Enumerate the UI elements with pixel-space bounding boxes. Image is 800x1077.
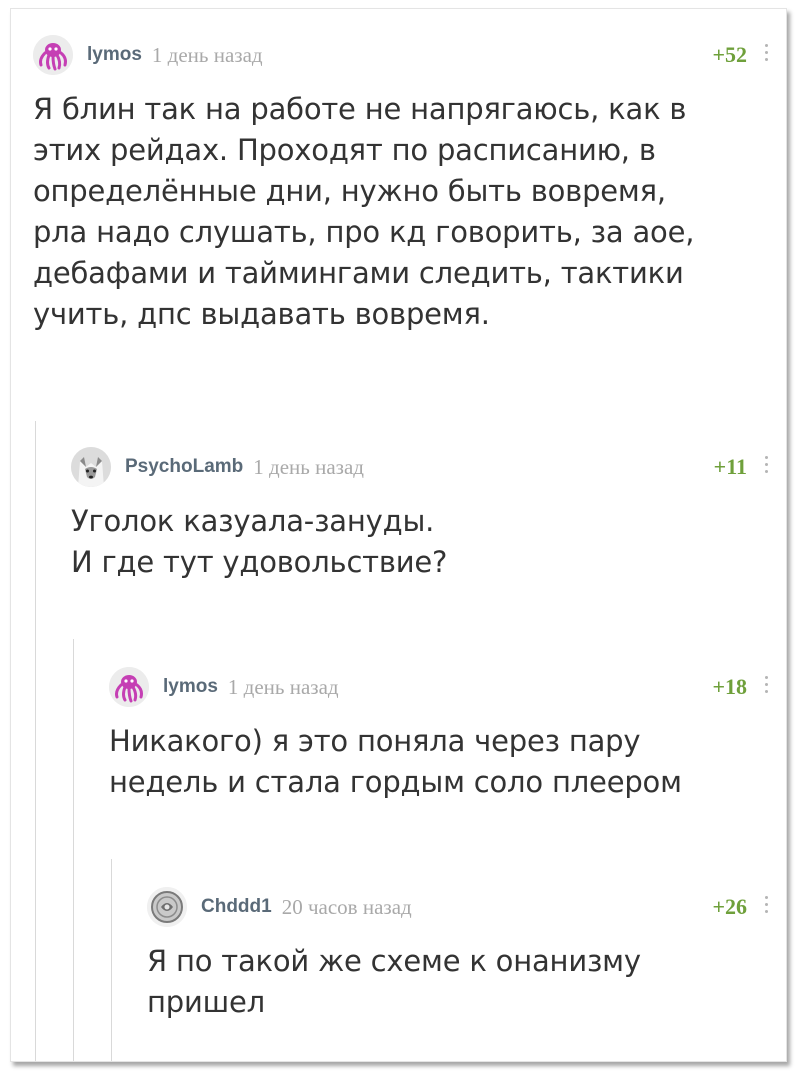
thread-line-level-1 bbox=[35, 421, 36, 1061]
comment-header: PsychoLamb 1 день назад +11 bbox=[71, 445, 773, 489]
comment-header: lymos 1 день назад +52 bbox=[33, 33, 773, 77]
wolf-avatar-icon[interactable] bbox=[71, 447, 111, 487]
octopus-avatar-icon[interactable] bbox=[33, 35, 73, 75]
comment-line: Никакого) я это поняла через пару bbox=[109, 724, 641, 758]
more-options-icon[interactable] bbox=[763, 676, 769, 693]
comment-line: дебафами и таймингами следить, тактики bbox=[33, 256, 684, 290]
author-name[interactable]: lymos bbox=[163, 676, 218, 698]
comment-2: PsychoLamb 1 день назад +11 Уголок казуа… bbox=[71, 445, 773, 583]
comment-time: 20 часов назад bbox=[281, 894, 412, 919]
comment-line: этих рейдах. Проходят по расписанию, в bbox=[33, 133, 656, 167]
comment-header: Chddd1 20 часов назад +26 bbox=[147, 885, 773, 929]
comment-time: 1 день назад bbox=[151, 42, 263, 67]
comment-thread: lymos 1 день назад +52 Я блин так на раб… bbox=[10, 8, 787, 1062]
comment-line: Я по такой же схеме к онанизму bbox=[147, 944, 641, 978]
comment-3: lymos 1 день назад +18 Никакого) я это п… bbox=[109, 665, 773, 803]
comment-4: Chddd1 20 часов назад +26 Я по такой же … bbox=[147, 885, 773, 1023]
comment-line: рла надо слушать, про кд говорить, за ао… bbox=[33, 215, 695, 249]
thread-line-level-3 bbox=[111, 859, 112, 1061]
comment-line: Я блин так на работе не напрягаюсь, как … bbox=[33, 92, 687, 126]
comment-line: учить, дпс выдавать вовремя. bbox=[33, 297, 490, 331]
comment-line: Уголок казуала-зануды. bbox=[71, 504, 435, 538]
more-options-icon[interactable] bbox=[763, 896, 769, 913]
comment-line: пришел bbox=[147, 985, 265, 1019]
comment-text: Никакого) я это поняла через пару недель… bbox=[109, 721, 773, 803]
author-name[interactable]: Chddd1 bbox=[201, 896, 272, 918]
rating: +11 bbox=[713, 454, 747, 479]
rating: +18 bbox=[712, 674, 747, 699]
comment-time: 1 день назад bbox=[253, 454, 364, 479]
octopus-avatar-icon[interactable] bbox=[109, 667, 149, 707]
comment-1: lymos 1 день назад +52 Я блин так на раб… bbox=[33, 33, 773, 335]
author-name[interactable]: lymos bbox=[87, 44, 142, 66]
comment-time: 1 день назад bbox=[227, 674, 339, 699]
comment-header: lymos 1 день назад +18 bbox=[109, 665, 773, 709]
comment-line: И где тут удовольствие? bbox=[71, 545, 448, 579]
coin-avatar-icon[interactable] bbox=[147, 887, 187, 927]
author-name[interactable]: PsychoLamb bbox=[125, 456, 243, 478]
thread-line-level-2 bbox=[73, 639, 74, 1061]
rating: +52 bbox=[712, 42, 747, 67]
more-options-icon[interactable] bbox=[763, 44, 769, 61]
comment-text: Уголок казуала-зануды. И где тут удоволь… bbox=[71, 501, 773, 583]
comment-line: определённые дни, нужно быть вовремя, bbox=[33, 174, 666, 208]
more-options-icon[interactable] bbox=[763, 456, 769, 473]
comment-text: Я по такой же схеме к онанизму пришел bbox=[147, 941, 773, 1023]
comment-text: Я блин так на работе не напрягаюсь, как … bbox=[33, 89, 773, 335]
comment-line: недель и стала гордым соло плеером bbox=[109, 765, 682, 799]
rating: +26 bbox=[712, 894, 747, 919]
